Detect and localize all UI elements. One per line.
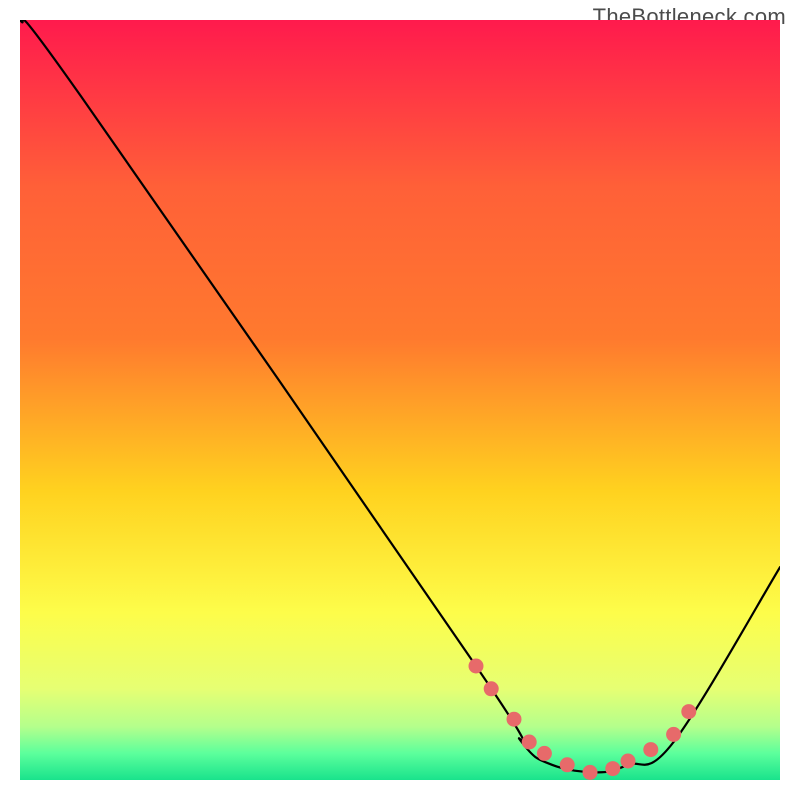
marker-dot [522, 735, 537, 750]
marker-dot [681, 704, 696, 719]
gradient-background [20, 20, 780, 780]
chart-svg [20, 20, 780, 780]
marker-dot [484, 681, 499, 696]
marker-dot [666, 727, 681, 742]
marker-dot [605, 761, 620, 776]
marker-dot [621, 754, 636, 769]
marker-dot [537, 746, 552, 761]
chart-root: TheBottleneck.com [0, 0, 800, 800]
plot-area [20, 20, 780, 780]
marker-dot [560, 757, 575, 772]
marker-dot [643, 742, 658, 757]
marker-dot [469, 659, 484, 674]
marker-dot [507, 712, 522, 727]
marker-dot [583, 765, 598, 780]
